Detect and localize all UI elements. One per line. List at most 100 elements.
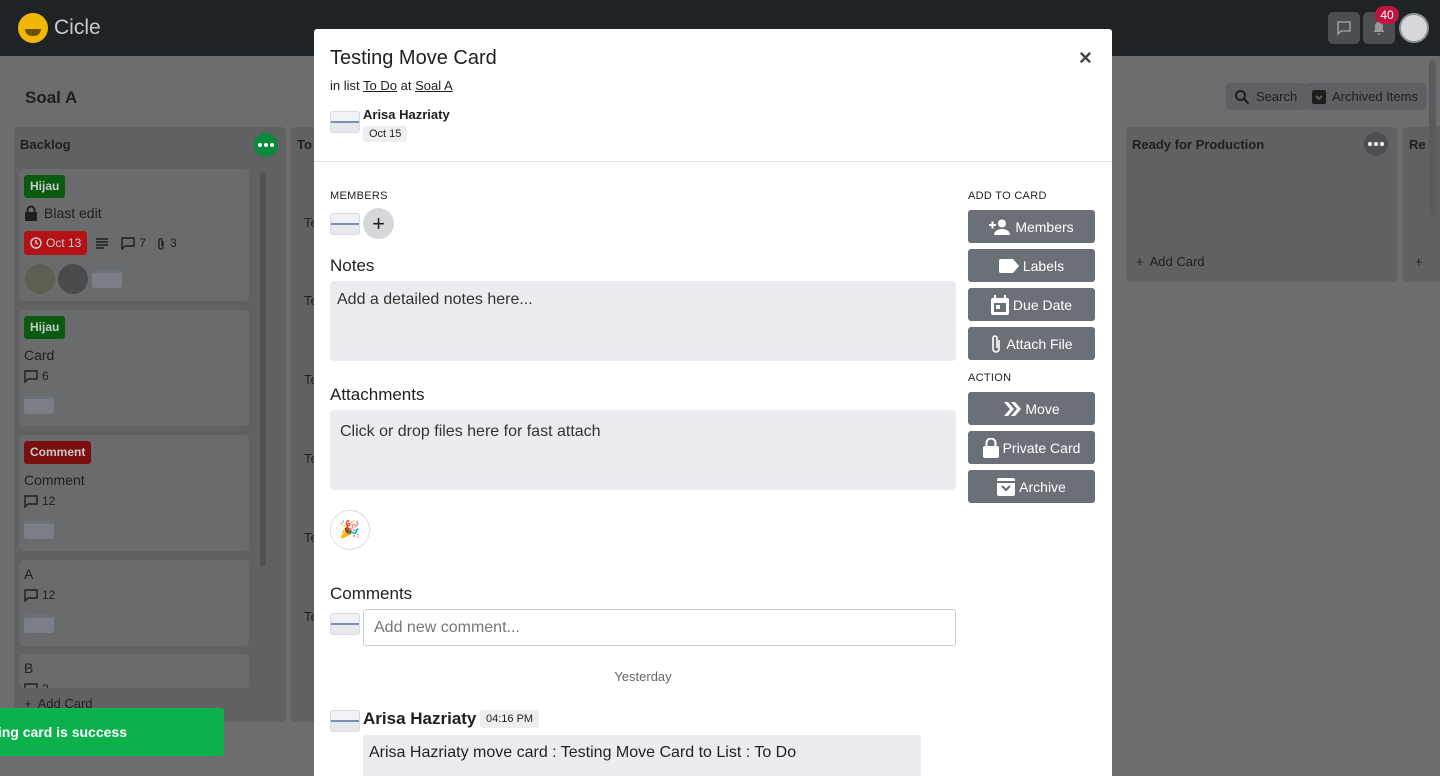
plus-icon: +: [1136, 254, 1144, 269]
add-member-button[interactable]: +: [363, 208, 394, 239]
card-label: Hijau: [24, 175, 66, 198]
chat-icon: [1337, 21, 1351, 36]
list-card[interactable]: B 2: [19, 654, 249, 688]
notes-field[interactable]: Add a detailed notes here...: [330, 281, 956, 361]
list-card[interactable]: Hijau Card 6: [19, 310, 249, 426]
user-avatar[interactable]: [1399, 13, 1429, 43]
list-scrollbar[interactable]: [260, 172, 266, 567]
list-card[interactable]: A 12: [19, 560, 249, 646]
card-meta: 12: [24, 588, 55, 602]
attachment-icon: [158, 237, 164, 250]
archive-button[interactable]: Archive: [968, 470, 1095, 503]
dropzone-hint: Click or drop files here for fast attach: [340, 423, 601, 440]
member-avatar: [24, 396, 54, 414]
attach-file-button-label: Attach File: [1006, 335, 1073, 352]
comment-time: 04:16 PM: [480, 710, 540, 728]
attachment-count: 3: [170, 236, 177, 250]
notes-placeholder: Add a detailed notes here...: [337, 291, 533, 308]
card-title: Blast edit: [44, 205, 102, 221]
card-title-row: Blast edit: [24, 205, 102, 221]
search-button[interactable]: Search: [1226, 83, 1306, 110]
day-separator: Yesterday: [614, 669, 672, 684]
members-button-label: Members: [1015, 218, 1074, 235]
list-link[interactable]: To Do: [363, 78, 397, 93]
comment-count: 6: [42, 369, 49, 383]
search-label: Search: [1256, 89, 1298, 104]
double-chevron-icon: [1004, 401, 1022, 416]
private-card-button-label: Private Card: [1002, 439, 1081, 456]
card-title: Card: [24, 347, 55, 363]
card-meta: 2: [24, 682, 49, 688]
comment-author: Arisa Hazriaty: [363, 709, 477, 728]
chat-button[interactable]: [1328, 12, 1360, 44]
lock-icon: [982, 437, 999, 458]
members-heading: MEMBERS: [330, 190, 388, 202]
comment-icon: [121, 236, 136, 250]
comment-input[interactable]: Add new comment...: [363, 609, 956, 646]
archived-items-label: Archived Items: [1332, 89, 1418, 104]
member-avatar: [330, 213, 360, 235]
list-card[interactable]: Comment Comment 12: [19, 435, 249, 551]
attach-file-button[interactable]: Attach File: [968, 327, 1095, 360]
comments-heading: Comments: [330, 584, 413, 603]
party-popper-icon[interactable]: 🎉: [330, 510, 370, 550]
list-title: Backlog: [20, 137, 71, 152]
archive-button-label: Archive: [1019, 478, 1066, 495]
notes-heading: Notes: [330, 256, 375, 275]
notification-count-badge: 40: [1375, 6, 1399, 24]
list-menu-button[interactable]: [1364, 132, 1388, 156]
comment-author-avatar: [330, 710, 360, 732]
member-avatar: [24, 615, 54, 633]
archived-items-button[interactable]: Archived Items: [1304, 83, 1426, 110]
creator-avatar: [330, 111, 360, 133]
attachment-dropzone[interactable]: Click or drop files here for fast attach: [330, 410, 956, 490]
calendar-icon: [990, 294, 1009, 315]
card-title: Comment: [24, 472, 85, 488]
card-title: B: [24, 660, 34, 676]
card-location: in list To Do at Soal A: [330, 78, 453, 93]
brand-name: Cicle: [54, 16, 101, 39]
card-meta: 12: [24, 494, 55, 508]
list-ready-for-production: Ready for Production + Add Card: [1126, 127, 1397, 282]
card-title: Testing Move Card: [330, 47, 497, 69]
archive-box-icon: [997, 477, 1016, 496]
paperclip-icon: [992, 334, 1001, 353]
comment-count: 2: [42, 682, 49, 688]
member-avatar: [25, 264, 55, 294]
comment-count: 7: [139, 236, 147, 250]
list-menu-button[interactable]: [254, 133, 278, 157]
comment-icon: [24, 494, 38, 508]
card-detail-modal: Testing Move Card × in list To Do at Soa…: [314, 29, 1112, 776]
list-backlog: Backlog Hijau Blast edit Oct 13 7 3 Hija…: [14, 127, 286, 722]
due-date-button[interactable]: Due Date: [968, 288, 1095, 321]
created-date: Oct 15: [363, 126, 408, 142]
member-avatar: [24, 521, 54, 539]
list-title: To: [297, 137, 312, 152]
list-card[interactable]: Hijau Blast edit Oct 13 7 3: [19, 169, 249, 301]
members-button[interactable]: Members: [968, 210, 1095, 243]
private-card-button[interactable]: Private Card: [968, 431, 1095, 464]
move-button[interactable]: Move: [968, 392, 1095, 425]
move-button-label: Move: [1025, 400, 1060, 417]
add-card-button[interactable]: + Add Card: [1136, 254, 1205, 269]
label-tag-icon: [998, 258, 1019, 273]
comment-count: 12: [42, 494, 56, 508]
toast-message: Moving card is success: [0, 724, 127, 740]
board-title: Soal A: [25, 88, 78, 107]
page-scrollbar[interactable]: [1429, 60, 1436, 215]
add-card-label: Add Card: [1149, 254, 1205, 269]
success-toast: Moving card is success: [0, 708, 224, 756]
card-label: Comment: [24, 441, 92, 464]
card-meta: Oct 13 7 3: [24, 231, 177, 255]
comment-icon: [24, 588, 38, 602]
add-card-button[interactable]: +: [1415, 254, 1423, 269]
board-link[interactable]: Soal A: [415, 78, 453, 93]
member-avatar: [92, 270, 122, 288]
cicle-logo-icon[interactable]: [18, 13, 48, 43]
card-meta: 6: [24, 369, 49, 383]
card-title: A: [24, 566, 34, 582]
labels-button[interactable]: Labels: [968, 249, 1095, 282]
comment-icon: [24, 369, 38, 383]
archive-icon: [1312, 89, 1326, 104]
close-icon[interactable]: ×: [1079, 47, 1092, 69]
